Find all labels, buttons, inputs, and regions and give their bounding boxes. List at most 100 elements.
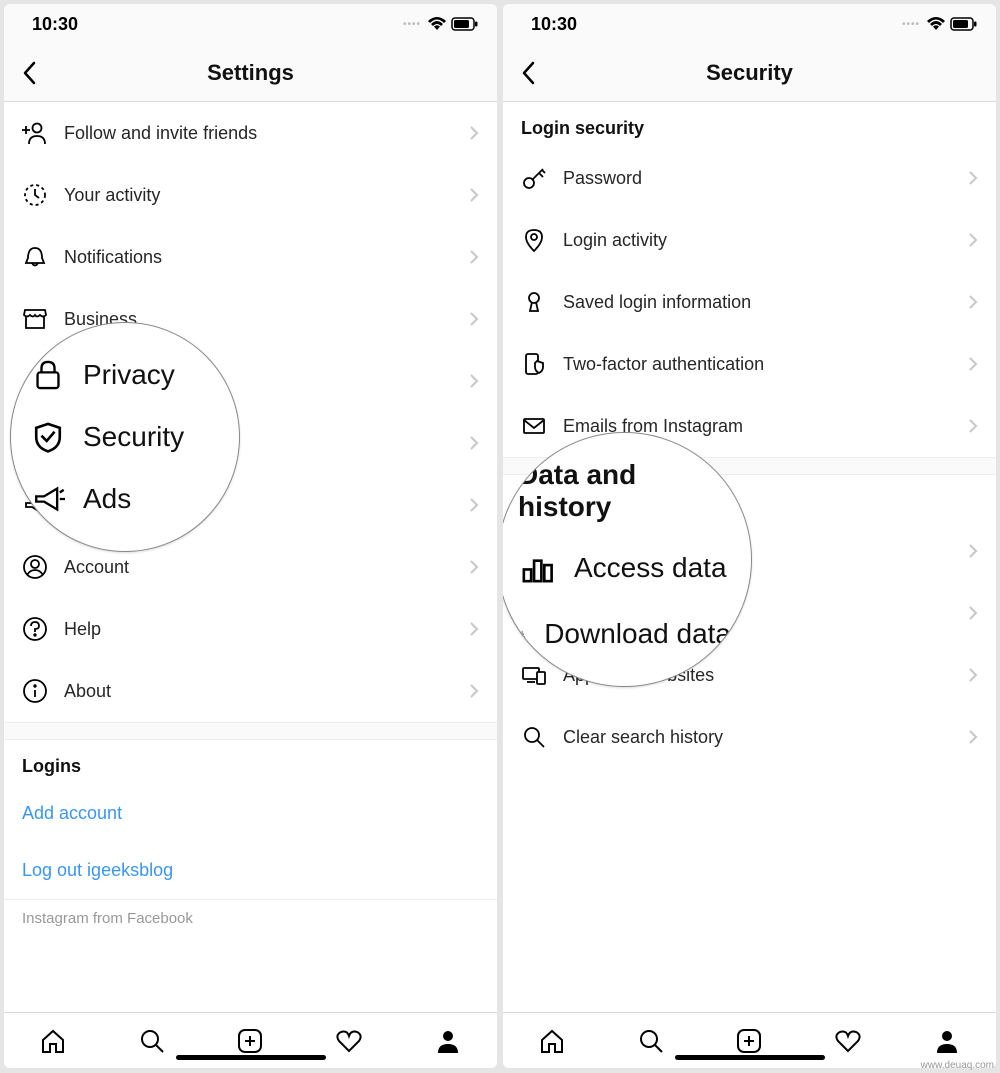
- tab-activity[interactable]: [820, 1019, 876, 1063]
- mag-row-privacy[interactable]: Privacy: [11, 344, 239, 406]
- plus-square-icon: [735, 1027, 763, 1055]
- chevron-right-icon: [469, 435, 479, 451]
- chevron-right-icon: [968, 170, 978, 186]
- back-button[interactable]: [513, 53, 543, 93]
- row-label: Two-factor authentication: [563, 354, 968, 375]
- mag-section-label: Data and history: [518, 459, 731, 523]
- tab-profile[interactable]: [919, 1019, 975, 1063]
- heart-icon: [834, 1027, 862, 1055]
- chevron-right-icon: [968, 605, 978, 621]
- row-two-factor[interactable]: Two-factor authentication: [503, 333, 996, 395]
- mag-row-access-data[interactable]: Access data: [503, 535, 751, 601]
- chevron-right-icon: [968, 418, 978, 434]
- home-icon: [538, 1027, 566, 1055]
- chevron-right-icon: [968, 294, 978, 310]
- row-about[interactable]: About: [4, 660, 497, 722]
- row-label: Follow and invite friends: [64, 123, 469, 144]
- tab-home[interactable]: [25, 1019, 81, 1063]
- status-time: 10:30: [32, 14, 78, 35]
- key-icon: [521, 165, 547, 191]
- row-account[interactable]: Account: [4, 536, 497, 598]
- chevron-right-icon: [469, 125, 479, 141]
- chevron-left-icon: [521, 61, 535, 85]
- status-icons: ••••: [902, 17, 978, 31]
- search-icon: [521, 724, 547, 750]
- mag-label: Access data: [574, 552, 727, 584]
- tab-profile[interactable]: [420, 1019, 476, 1063]
- nav-header: Settings: [4, 44, 497, 102]
- add-account-link[interactable]: Add account: [4, 785, 497, 842]
- page-title: Settings: [4, 60, 497, 86]
- chevron-right-icon: [968, 667, 978, 683]
- back-button[interactable]: [14, 53, 44, 93]
- activity-icon: [22, 182, 48, 208]
- row-label: Help: [64, 619, 469, 640]
- chevron-right-icon: [469, 497, 479, 513]
- row-login-activity[interactable]: Login activity: [503, 209, 996, 271]
- info-icon: [22, 678, 48, 704]
- bars-icon: [518, 549, 556, 587]
- tab-home[interactable]: [524, 1019, 580, 1063]
- invite-friends-icon: [22, 120, 48, 146]
- megaphone-icon: [31, 482, 65, 516]
- row-label: Login activity: [563, 230, 968, 251]
- row-notifications[interactable]: Notifications: [4, 226, 497, 288]
- row-label: Password: [563, 168, 968, 189]
- mag-label: Security: [83, 421, 184, 453]
- search-icon: [138, 1027, 166, 1055]
- chevron-right-icon: [469, 621, 479, 637]
- keyhole-icon: [521, 289, 547, 315]
- home-icon: [39, 1027, 67, 1055]
- cellular-dots-icon: ••••: [902, 19, 920, 30]
- tab-search[interactable]: [124, 1019, 180, 1063]
- page-title: Security: [503, 60, 996, 86]
- mag-label: Download data: [544, 618, 731, 650]
- row-saved-login[interactable]: Saved login information: [503, 271, 996, 333]
- row-label: Saved login information: [563, 292, 968, 313]
- settings-content: Follow and invite friends Your activity …: [4, 102, 497, 1012]
- chevron-left-icon: [22, 61, 36, 85]
- logins-header: Logins: [4, 740, 497, 785]
- instagram-footer: Instagram from Facebook: [4, 900, 497, 927]
- row-help[interactable]: Help: [4, 598, 497, 660]
- chevron-right-icon: [968, 543, 978, 559]
- section-gap: [4, 722, 497, 740]
- row-label: Clear search history: [563, 727, 968, 748]
- home-indicator[interactable]: [176, 1055, 326, 1060]
- home-indicator[interactable]: [675, 1055, 825, 1060]
- bell-icon: [22, 244, 48, 270]
- profile-icon: [434, 1027, 462, 1055]
- tab-search[interactable]: [623, 1019, 679, 1063]
- row-label: Account: [64, 557, 469, 578]
- watermark: www.deuaq.com: [921, 1060, 994, 1071]
- magnifier-security: Privacy Security Ads: [10, 322, 240, 552]
- phone-right: 10:30 •••• Security Login security Passw…: [503, 4, 996, 1068]
- nav-header: Security: [503, 44, 996, 102]
- mag-label: Ads: [83, 483, 131, 515]
- status-bar: 10:30 ••••: [503, 4, 996, 44]
- chevron-right-icon: [968, 729, 978, 745]
- row-label: Notifications: [64, 247, 469, 268]
- heart-icon: [335, 1027, 363, 1055]
- status-icons: ••••: [403, 17, 479, 31]
- section-login-security: Login security: [503, 102, 996, 147]
- profile-icon: [933, 1027, 961, 1055]
- mag-row-security[interactable]: Security: [11, 406, 239, 468]
- chevron-right-icon: [968, 356, 978, 372]
- help-icon: [22, 616, 48, 642]
- mag-label: Privacy: [83, 359, 175, 391]
- tab-activity[interactable]: [321, 1019, 377, 1063]
- account-icon: [22, 554, 48, 580]
- row-clear-search[interactable]: Clear search history: [503, 706, 996, 768]
- row-follow-invite[interactable]: Follow and invite friends: [4, 102, 497, 164]
- log-out-link[interactable]: Log out igeeksblog: [4, 842, 497, 899]
- row-password[interactable]: Password: [503, 147, 996, 209]
- status-bar: 10:30 ••••: [4, 4, 497, 44]
- chevron-right-icon: [469, 559, 479, 575]
- devices-icon: [521, 662, 547, 688]
- location-pin-icon: [521, 227, 547, 253]
- chevron-right-icon: [469, 311, 479, 327]
- chevron-right-icon: [968, 232, 978, 248]
- row-your-activity[interactable]: Your activity: [4, 164, 497, 226]
- wifi-icon: [926, 17, 946, 31]
